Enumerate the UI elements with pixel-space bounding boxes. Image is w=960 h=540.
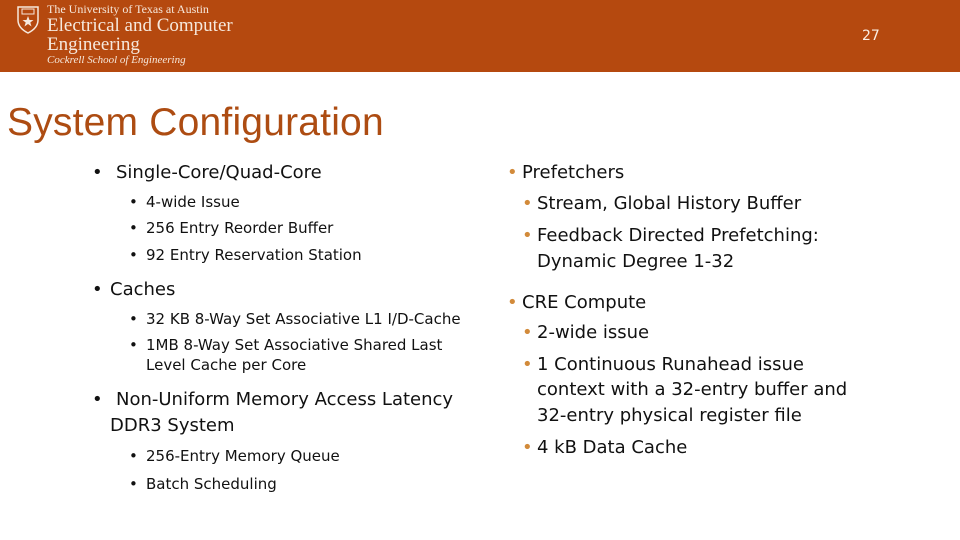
- right-subitem: Stream, Global History Buffer: [537, 193, 802, 214]
- left-item-label: Non-Uniform Memory Access Latency: [116, 389, 454, 410]
- right-subitem: 1 Continuous Runahead issue: [537, 354, 805, 375]
- bullet-icon: •: [92, 389, 103, 410]
- right-subitem: 2-wide issue: [537, 322, 650, 343]
- bullet-icon: •: [92, 162, 103, 183]
- right-item-label: Prefetchers: [522, 162, 625, 183]
- bullet-icon: •: [507, 162, 518, 183]
- right-subitem-cont: 32-entry physical register file: [537, 405, 802, 426]
- bullet-icon: •: [522, 193, 533, 214]
- bullet-icon: •: [522, 322, 533, 343]
- logo-department-2: Engineering: [47, 34, 140, 55]
- right-item-label: CRE Compute: [522, 292, 647, 313]
- ut-shield-icon: [17, 6, 39, 34]
- left-subitem: 92 Entry Reservation Station: [146, 246, 362, 264]
- header-bar: The University of Texas at Austin Electr…: [0, 0, 960, 72]
- logo-school: Cockrell School of Engineering: [47, 54, 186, 66]
- bullet-icon: •: [129, 193, 138, 211]
- left-subitem: 4-wide Issue: [146, 193, 240, 211]
- right-subitem: 4 kB Data Cache: [537, 437, 688, 458]
- logo-text: The University of Texas at Austin Electr…: [47, 3, 233, 67]
- bullet-icon: •: [129, 336, 138, 354]
- page-number: 27: [862, 28, 880, 44]
- left-item-label: Caches: [110, 279, 176, 300]
- left-subitem: Batch Scheduling: [146, 475, 277, 493]
- bullet-icon: •: [507, 292, 518, 313]
- slide-title: System Configuration: [7, 101, 384, 144]
- left-subitem-cont: Level Cache per Core: [146, 356, 307, 374]
- bullet-icon: •: [129, 447, 138, 465]
- left-subitem: 256-Entry Memory Queue: [146, 447, 340, 465]
- right-subitem: Feedback Directed Prefetching:: [537, 225, 819, 246]
- left-subitem: 256 Entry Reorder Buffer: [146, 219, 334, 237]
- left-item-label-cont: DDR3 System: [110, 415, 235, 436]
- right-subitem-cont: context with a 32-entry buffer and: [537, 379, 848, 400]
- bullet-icon: •: [129, 310, 138, 328]
- left-subitem: 1MB 8-Way Set Associative Shared Last: [146, 336, 443, 354]
- bullet-icon: •: [522, 225, 533, 246]
- bullet-icon: •: [129, 219, 138, 237]
- left-subitem: 32 KB 8-Way Set Associative L1 I/D-Cache: [146, 310, 461, 328]
- left-item-label: Single-Core/Quad-Core: [116, 162, 322, 183]
- bullet-icon: •: [129, 246, 138, 264]
- bullet-icon: •: [129, 475, 138, 493]
- bullet-icon: •: [522, 354, 533, 375]
- logo-department-1: Electrical and Computer: [47, 15, 233, 36]
- bullet-icon: •: [92, 279, 103, 300]
- right-subitem-cont: Dynamic Degree 1-32: [537, 251, 735, 272]
- bullet-icon: •: [522, 437, 533, 458]
